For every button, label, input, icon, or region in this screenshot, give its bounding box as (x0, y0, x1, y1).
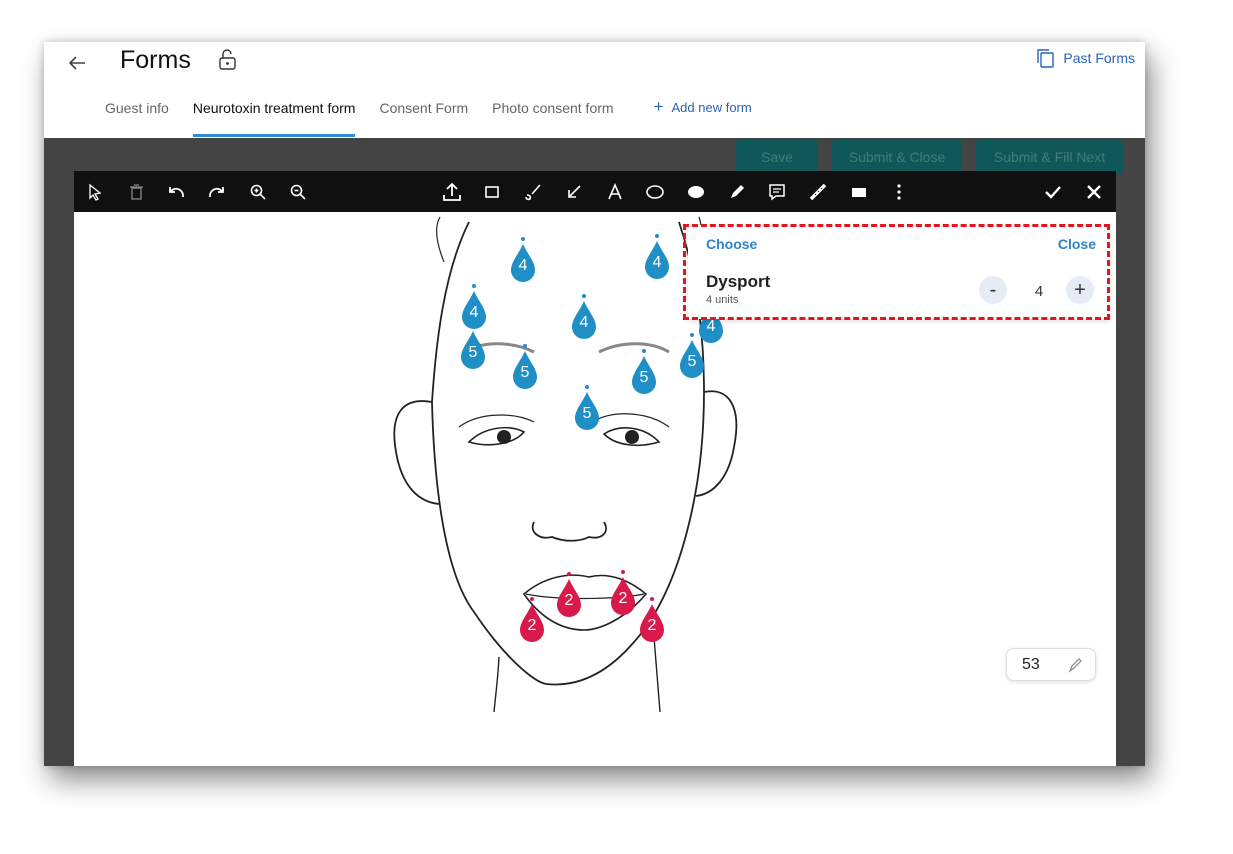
arrow-icon[interactable] (563, 181, 585, 203)
injection-point-blue[interactable]: 5 (510, 344, 540, 390)
back-arrow-icon[interactable] (66, 52, 88, 80)
past-forms-label: Past Forms (1063, 50, 1135, 66)
brush-icon[interactable] (522, 181, 544, 203)
decrement-button[interactable]: - (979, 276, 1007, 304)
past-forms-icon (1037, 49, 1055, 68)
tab-guest-info[interactable]: Guest info (105, 100, 169, 138)
save-button[interactable]: Save (736, 140, 818, 174)
filled-rect-icon[interactable] (848, 181, 870, 203)
filled-ellipse-icon[interactable] (685, 181, 707, 203)
annotation-toolbar (74, 171, 1116, 212)
product-selector-popup: Choose Close Dysport 4 units - 4 + (688, 225, 1110, 319)
injection-point-blue[interactable]: 5 (629, 349, 659, 395)
add-new-form-button[interactable]: + Add new form (653, 97, 752, 116)
zoom-out-icon[interactable] (287, 181, 309, 203)
undo-icon[interactable] (165, 181, 187, 203)
injection-point-red[interactable]: 2 (637, 597, 667, 643)
plus-icon: + (653, 97, 664, 116)
app-window: Forms Past Forms Guest info Neurotoxin t… (44, 42, 1145, 766)
total-units-value: 53 (1022, 656, 1040, 673)
injection-point-red[interactable]: 2 (517, 597, 547, 643)
injection-point-blue[interactable]: 4 (569, 294, 599, 340)
injection-point-blue[interactable]: 4 (642, 234, 672, 280)
submit-fill-next-button[interactable]: Submit & Fill Next (976, 140, 1123, 174)
unlock-icon[interactable] (216, 48, 238, 77)
text-icon[interactable] (604, 181, 626, 203)
check-icon[interactable] (1042, 181, 1064, 203)
ruler-icon[interactable] (807, 181, 829, 203)
tab-neurotoxin-treatment-form[interactable]: Neurotoxin treatment form (192, 100, 355, 138)
zoom-in-icon[interactable] (247, 181, 269, 203)
injection-point-red[interactable]: 2 (608, 570, 638, 616)
more-icon[interactable] (888, 181, 910, 203)
past-forms-button[interactable]: Past Forms (1035, 48, 1135, 68)
form-tabs: Guest info Neurotoxin treatment form Con… (105, 97, 752, 138)
page-title: Forms (120, 46, 191, 74)
quantity-value: 4 (1034, 283, 1044, 300)
pen-icon[interactable] (726, 181, 748, 203)
injection-point-blue[interactable]: 4 (508, 237, 538, 283)
increment-button[interactable]: + (1066, 276, 1094, 304)
choose-button[interactable]: Choose (706, 236, 757, 252)
tab-consent-form[interactable]: Consent Form (379, 100, 468, 138)
add-new-form-label: Add new form (671, 100, 752, 115)
app-header: Forms Past Forms Guest info Neurotoxin t… (44, 42, 1145, 138)
product-units: 4 units (706, 294, 739, 306)
trash-icon[interactable] (125, 181, 147, 203)
upload-icon[interactable] (441, 181, 463, 203)
redo-icon[interactable] (206, 181, 228, 203)
product-name: Dysport (706, 272, 771, 291)
face-diagram-canvas[interactable]: 4 4 4 4 5 5 5 5 5 4 2 2 2 2 Choose Close… (74, 212, 1116, 766)
comment-icon[interactable] (766, 181, 788, 203)
rectangle-icon[interactable] (481, 181, 503, 203)
select-icon[interactable] (84, 181, 106, 203)
ellipse-icon[interactable] (644, 181, 666, 203)
injection-point-blue[interactable]: 5 (572, 385, 602, 431)
submit-close-button[interactable]: Submit & Close (832, 140, 962, 174)
tab-photo-consent-form[interactable]: Photo consent form (492, 100, 613, 138)
edit-pen-icon[interactable] (1067, 656, 1085, 679)
close-icon[interactable] (1083, 181, 1105, 203)
total-units-counter[interactable]: 53 (1006, 648, 1096, 681)
injection-point-red[interactable]: 2 (554, 572, 584, 618)
popup-close-button[interactable]: Close (1058, 236, 1096, 252)
injection-point-blue[interactable]: 5 (458, 324, 488, 370)
